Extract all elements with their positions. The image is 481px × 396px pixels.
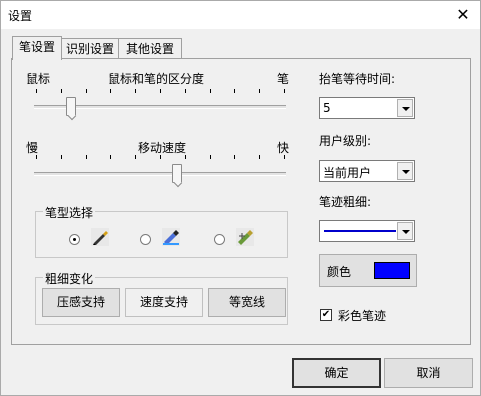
chevron-down-icon[interactable] <box>397 222 413 240</box>
tab-other-settings[interactable]: 其他设置 <box>118 38 182 59</box>
slider-tick <box>234 155 235 159</box>
speed-right-label: 快 <box>277 141 290 155</box>
pen-type-title: 笔型选择 <box>43 204 96 221</box>
slider-tick <box>259 155 260 159</box>
stroke-width-label: 笔迹粗细: <box>319 195 372 209</box>
speed-support-button[interactable]: 速度支持 <box>125 288 203 317</box>
slider-tick <box>234 89 235 93</box>
ok-button[interactable]: 确定 <box>292 358 381 388</box>
equal-width-button[interactable]: 等宽线 <box>208 288 286 317</box>
stroke-width-select[interactable] <box>319 220 415 242</box>
chevron-down-icon[interactable] <box>397 162 413 180</box>
pressure-support-button[interactable]: 压感支持 <box>42 288 120 317</box>
title-bar: 设置 ✕ <box>1 1 480 29</box>
color-button-label: 颜色 <box>327 265 352 279</box>
slider-tick <box>86 155 87 159</box>
speed-slider-thumb[interactable] <box>172 164 182 183</box>
wait-time-label: 抬笔等待时间: <box>319 72 396 86</box>
slider-tick <box>61 155 62 159</box>
pen-type-radio-brush[interactable] <box>214 234 225 245</box>
color-button[interactable]: 颜色 <box>319 254 417 287</box>
pen-icon <box>91 228 109 246</box>
slider-tick <box>185 155 186 159</box>
slider-tick <box>284 155 285 159</box>
tab-pen-settings[interactable]: 笔设置 <box>12 36 62 60</box>
wait-time-value: 5 <box>323 101 331 115</box>
slider-tick <box>110 155 111 159</box>
slider-tick <box>160 155 161 159</box>
close-icon[interactable]: ✕ <box>446 1 480 29</box>
slider-tick <box>284 89 285 93</box>
slider-tick <box>36 89 37 93</box>
sensitivity-title: 鼠标和笔的区分度 <box>108 72 205 86</box>
thickness-change-title: 粗细变化 <box>43 270 96 287</box>
user-level-select[interactable]: 当前用户 <box>319 160 415 182</box>
tab-recognition-settings[interactable]: 识别设置 <box>61 38 119 59</box>
slider-tick <box>210 89 211 93</box>
slider-tick <box>135 155 136 159</box>
slider-tick <box>86 89 87 93</box>
pen-type-radio-highlighter[interactable] <box>140 234 151 245</box>
pen-type-radio-pen[interactable] <box>69 234 80 245</box>
slider-tick <box>185 89 186 93</box>
color-stroke-checkbox[interactable]: ✔ <box>320 309 332 321</box>
slider-tick <box>61 89 62 93</box>
slider-tick <box>210 155 211 159</box>
color-swatch <box>374 262 410 279</box>
slider-tick <box>160 89 161 93</box>
chevron-down-icon[interactable] <box>397 99 413 117</box>
cancel-button[interactable]: 取消 <box>384 358 473 388</box>
sensitivity-slider-thumb[interactable] <box>66 97 76 116</box>
user-level-label: 用户级别: <box>319 134 372 148</box>
sensitivity-right-label: 笔 <box>277 72 290 86</box>
highlighter-icon <box>162 228 180 246</box>
color-stroke-label: 彩色笔迹 <box>338 309 387 323</box>
user-level-value: 当前用户 <box>323 166 372 180</box>
slider-tick <box>259 89 260 93</box>
slider-tick <box>36 155 37 159</box>
sensitivity-left-label: 鼠标 <box>26 72 51 86</box>
slider-tick <box>135 89 136 93</box>
stroke-width-preview <box>324 230 396 232</box>
slider-tick <box>110 89 111 93</box>
wait-time-select[interactable]: 5 <box>319 97 415 119</box>
speed-left-label: 慢 <box>26 141 39 155</box>
checkmark-icon: ✔ <box>321 309 331 320</box>
speed-track <box>34 172 286 176</box>
brush-icon <box>236 228 254 246</box>
dialog-title: 设置 <box>8 9 33 23</box>
speed-title: 移动速度 <box>138 141 187 155</box>
